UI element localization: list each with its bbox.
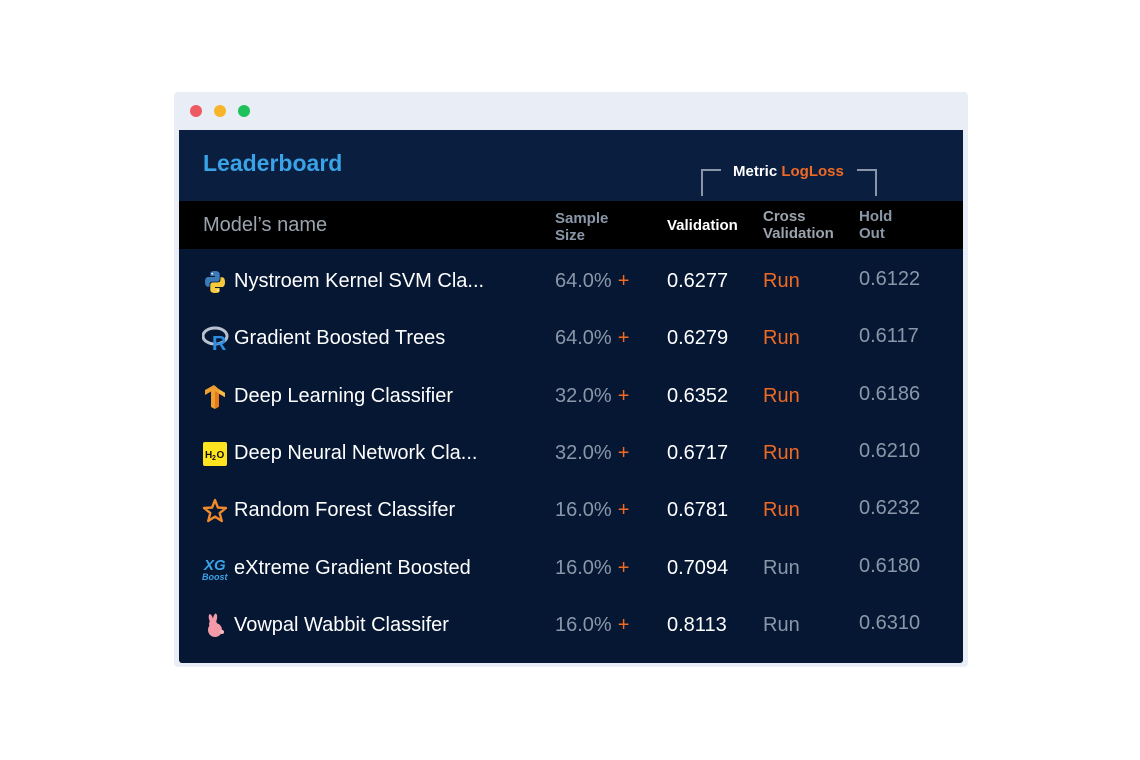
- metric-selector[interactable]: Metric LogLoss: [733, 163, 844, 180]
- r-language-icon: R: [201, 326, 229, 355]
- add-sample-button[interactable]: +: [618, 499, 630, 521]
- validation-score: 0.6277: [667, 270, 729, 292]
- sample-size-value: 64.0%: [555, 327, 612, 350]
- leaderboard-header: Leaderboard Metric LogLoss: [179, 130, 963, 201]
- run-cross-validation-button[interactable]: Run: [763, 613, 800, 637]
- model-name[interactable]: Random Forest Classifer: [234, 498, 455, 522]
- svg-text:R: R: [212, 333, 227, 352]
- model-name[interactable]: Vowpal Wabbit Classifer: [234, 613, 449, 637]
- close-window-dot[interactable]: [190, 105, 202, 117]
- column-header-cross-line1: Cross: [763, 208, 806, 225]
- model-name[interactable]: Nystroem Kernel SVM Cla...: [234, 269, 484, 293]
- sample-size: 64.0% +: [555, 326, 629, 350]
- add-sample-button[interactable]: +: [618, 614, 630, 636]
- holdout-score: 0.6232: [859, 497, 921, 520]
- add-sample-button[interactable]: +: [618, 557, 630, 579]
- table-row[interactable]: Random Forest Classifer 16.0% + 0.6781 Ru…: [179, 478, 963, 535]
- tensorflow-icon: [202, 384, 228, 410]
- column-header-hold-line1: Hold: [859, 208, 893, 225]
- minimize-window-dot[interactable]: [214, 105, 226, 117]
- run-cross-validation-button[interactable]: Run: [763, 269, 800, 293]
- leaderboard-panel: Leaderboard Metric LogLoss Model’s name …: [179, 130, 963, 663]
- sample-size-value: 32.0%: [555, 384, 612, 407]
- table-row[interactable]: XG Boost eXtreme Gradient Boosted 16.0% + …: [179, 536, 963, 593]
- add-sample-button[interactable]: +: [618, 327, 630, 349]
- holdout-score: 0.6117: [859, 325, 919, 348]
- validation-score: 0.6781: [667, 499, 729, 522]
- run-cross-validation-button[interactable]: Run: [763, 441, 800, 465]
- sample-size-value: 64.0%: [555, 270, 612, 292]
- holdout-score: 0.6122: [859, 268, 921, 290]
- app-window: Leaderboard Metric LogLoss Model’s name …: [174, 92, 968, 667]
- column-header-cross-line2: Validation: [763, 225, 834, 242]
- table-header: Model’s name Sample Size Validation Cros…: [179, 201, 963, 249]
- page-title: Leaderboard: [203, 150, 343, 176]
- maximize-window-dot[interactable]: [238, 105, 250, 117]
- column-header-sample-size[interactable]: Sample Size: [555, 210, 635, 244]
- star-icon: [202, 498, 228, 524]
- table-row[interactable]: Deep Learning Classifier 32.0% + 0.6352 R…: [179, 364, 963, 421]
- metric-value[interactable]: LogLoss: [781, 163, 844, 180]
- sample-size: 64.0% +: [555, 269, 629, 293]
- add-sample-button[interactable]: +: [618, 270, 630, 292]
- run-cross-validation-button[interactable]: Run: [763, 556, 800, 580]
- model-name[interactable]: Gradient Boosted Trees: [234, 326, 445, 350]
- model-name[interactable]: Deep Learning Classifier: [234, 384, 453, 408]
- sample-size-value: 16.0%: [555, 556, 612, 579]
- model-name[interactable]: eXtreme Gradient Boosted: [234, 556, 471, 580]
- validation-score: 0.6279: [667, 327, 729, 350]
- model-name[interactable]: Deep Neural Network Cla...: [234, 441, 477, 465]
- table-row[interactable]: H2O Deep Neural Network Cla... 32.0% + 0.…: [179, 421, 963, 478]
- python-icon: [202, 269, 228, 295]
- sample-size: 32.0% +: [555, 441, 629, 465]
- rabbit-icon: [202, 613, 228, 639]
- svg-text:2: 2: [212, 455, 216, 462]
- column-header-hold-line2: Out: [859, 225, 885, 242]
- run-cross-validation-button[interactable]: Run: [763, 326, 800, 350]
- xgboost-icon: XG Boost: [202, 556, 229, 582]
- add-sample-button[interactable]: +: [618, 442, 630, 464]
- table-row[interactable]: R Gradient Boosted Trees 64.0% + 0.6279 R…: [179, 306, 963, 363]
- h2o-icon: H2O: [202, 441, 228, 467]
- column-header-holdout[interactable]: Hold Out: [859, 208, 919, 242]
- validation-score: 0.6717: [667, 441, 729, 464]
- column-header-name[interactable]: Model’s name: [203, 214, 327, 236]
- column-header-validation[interactable]: Validation: [667, 217, 738, 234]
- sample-size: 16.0% +: [555, 613, 629, 637]
- validation-score: 0.8113: [667, 613, 727, 636]
- sample-size-value: 32.0%: [555, 441, 612, 464]
- table-row[interactable]: Nystroem Kernel SVM Cla... 64.0% + 0.6277…: [179, 249, 963, 306]
- column-header-sample-line1: Sample: [555, 210, 609, 227]
- sample-size: 32.0% +: [555, 384, 629, 408]
- holdout-score: 0.6210: [859, 439, 921, 462]
- run-cross-validation-button[interactable]: Run: [763, 498, 800, 522]
- sample-size-value: 16.0%: [555, 613, 612, 636]
- holdout-score: 0.6310: [859, 611, 921, 634]
- sample-size: 16.0% +: [555, 498, 629, 522]
- holdout-score: 0.6186: [859, 382, 921, 405]
- svg-text:O: O: [217, 450, 225, 461]
- add-sample-button[interactable]: +: [618, 385, 630, 407]
- run-cross-validation-button[interactable]: Run: [763, 384, 800, 408]
- column-header-cross-validation[interactable]: Cross Validation: [763, 208, 853, 242]
- sample-size: 16.0% +: [555, 556, 629, 580]
- validation-score: 0.6352: [667, 384, 729, 407]
- table-row[interactable]: Vowpal Wabbit Classifer 16.0% + 0.8113 Ru…: [179, 593, 963, 650]
- sample-size-value: 16.0%: [555, 499, 612, 522]
- holdout-score: 0.6180: [859, 554, 921, 577]
- metric-label: Metric: [733, 163, 778, 180]
- validation-score: 0.7094: [667, 556, 729, 579]
- column-header-sample-line2: Size: [555, 227, 586, 244]
- svg-text:Boost: Boost: [202, 572, 229, 582]
